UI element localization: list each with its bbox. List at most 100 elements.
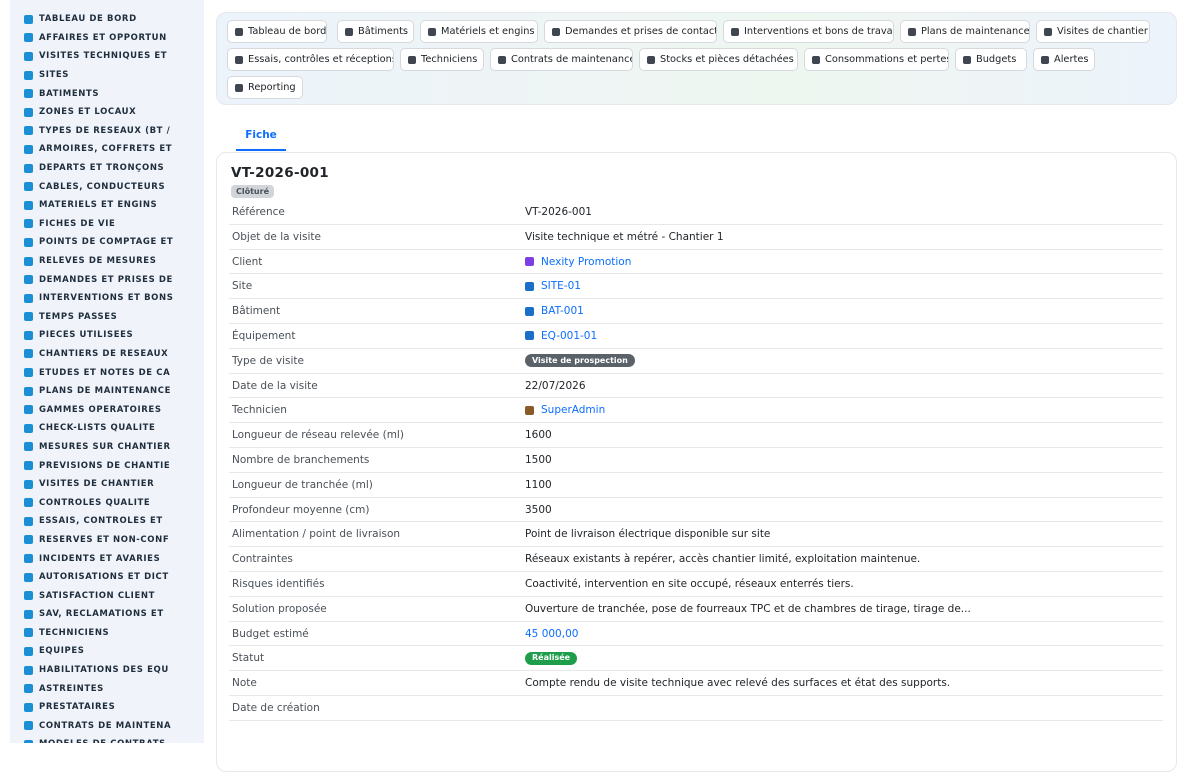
phone-icon <box>24 684 33 694</box>
sidebar-item[interactable]: RELEVÉS DE MESURES <box>10 252 204 271</box>
pie-chart-icon <box>235 83 243 92</box>
nav-button[interactable]: Demandes et prises de contact <box>544 20 717 43</box>
sidebar-item[interactable]: PRÉVISIONS DE CHANTIE <box>10 456 204 475</box>
sidebar-item[interactable]: ÉQUIPES <box>10 642 204 661</box>
nav-button[interactable]: Budgets <box>955 48 1027 71</box>
field-value[interactable]: 45 000,00 <box>525 622 578 646</box>
sidebar-item[interactable]: POINTS DE COMPTAGE ET <box>10 233 204 252</box>
sidebar-item[interactable]: FICHES DE VIE <box>10 215 204 234</box>
sidebar-item[interactable]: PRESTATAIRES <box>10 698 204 717</box>
sidebar-item[interactable]: AFFAIRES ET OPPORTUN <box>10 29 204 48</box>
question-icon <box>24 275 33 285</box>
nav-button[interactable]: Consommations et pertes <box>804 48 949 71</box>
sidebar-item[interactable]: TYPES DE RÉSEAUX (BT / <box>10 122 204 141</box>
sidebar-item[interactable]: VISITES TECHNIQUES ET <box>10 47 204 66</box>
nav-button[interactable]: Interventions et bons de travaux <box>723 20 894 43</box>
field-link[interactable]: Nexity Promotion <box>541 250 631 274</box>
sidebar-item-label: INCIDENTS ET AVARIES <box>39 553 161 564</box>
field-label: Objet de la visite <box>232 230 322 243</box>
field-row: Référence VT-2026-001 <box>229 200 1163 225</box>
sidebar-item[interactable]: CONTRÔLES QUALITÉ <box>10 493 204 512</box>
nav-button[interactable]: Bâtiments <box>337 20 414 43</box>
clock-icon <box>24 312 33 322</box>
field-value[interactable]: SuperAdmin <box>525 398 605 422</box>
nav-button[interactable]: Essais, contrôles et réceptions <box>227 48 394 71</box>
sidebar-item[interactable]: HABILITATIONS DES ÉQU <box>10 661 204 680</box>
sidebar-item-label: VISITES DE CHANTIER <box>39 479 155 490</box>
building-icon <box>24 89 33 99</box>
tab-fiche[interactable]: Fiche <box>236 120 286 151</box>
field-row: Type de visite Visite de prospection <box>229 349 1163 374</box>
sidebar-item[interactable]: DEMANDES ET PRISES DE <box>10 270 204 289</box>
field-value[interactable]: EQ-001-01 <box>525 324 597 348</box>
sidebar-item[interactable]: SATISFACTION CLIENT <box>10 586 204 605</box>
sidebar-item[interactable]: INTERVENTIONS ET BONS <box>10 289 204 308</box>
gears-icon <box>24 200 33 210</box>
field-label: Contraintes <box>232 553 293 566</box>
warning-icon <box>24 554 33 564</box>
field-value[interactable]: Nexity Promotion <box>525 250 631 274</box>
field-link[interactable]: SITE-01 <box>541 274 581 298</box>
sidebar-item[interactable]: MATÉRIELS ET ENGINS <box>10 196 204 215</box>
sidebar-item[interactable]: SITES <box>10 66 204 85</box>
nav-button[interactable]: Tableau de bord <box>227 20 327 43</box>
sidebar-item[interactable]: BÂTIMENTS <box>10 84 204 103</box>
network-icon <box>525 306 534 316</box>
field-link[interactable]: SuperAdmin <box>541 398 605 422</box>
sidebar-item[interactable]: TEMPS PASSÉS <box>10 308 204 327</box>
field-link[interactable]: EQ-001-01 <box>541 324 597 348</box>
sidebar-item[interactable]: TABLEAU DE BORD <box>10 10 204 29</box>
hardhat-icon <box>24 628 33 638</box>
sidebar-item[interactable]: GAMMES OPÉRATOIRES <box>10 400 204 419</box>
chart-icon <box>24 461 33 471</box>
sidebar-item[interactable]: CONTRATS DE MAINTENA <box>10 717 204 736</box>
bell-icon <box>1041 55 1049 64</box>
nav-button[interactable]: Stocks et pièces détachées <box>639 48 798 71</box>
clipboard-icon <box>731 27 739 36</box>
building-icon <box>525 257 534 267</box>
nav-button[interactable]: Matériels et engins <box>420 20 538 43</box>
field-label: Technicien <box>232 404 287 417</box>
nav-button[interactable]: Contrats de maintenance <box>490 48 633 71</box>
sidebar-item[interactable]: ZONES ET LOCAUX <box>10 103 204 122</box>
nav-button[interactable]: Reporting <box>227 76 303 99</box>
field-value[interactable]: BAT-001 <box>525 299 584 323</box>
file-contract-icon <box>24 721 33 731</box>
sidebar-item[interactable]: AUTORISATIONS ET DICT <box>10 568 204 587</box>
sidebar-item-label: ESSAIS, CONTRÔLES ET <box>39 516 163 527</box>
field-value[interactable]: SITE-01 <box>525 274 581 298</box>
sidebar-item[interactable]: TECHNICIENS <box>10 624 204 643</box>
sidebar-item[interactable]: ASTREINTES <box>10 679 204 698</box>
nav-button[interactable]: Techniciens <box>400 48 484 71</box>
sidebar-item[interactable]: VISITES DE CHANTIER <box>10 475 204 494</box>
sidebar-item[interactable]: RÉSERVES ET NON-CONF <box>10 531 204 550</box>
nav-button[interactable]: Visites de chantier <box>1036 20 1150 43</box>
sidebar-item[interactable]: ESSAIS, CONTRÔLES ET <box>10 512 204 531</box>
sidebar-item[interactable]: ÉTUDES ET NOTES DE CA <box>10 363 204 382</box>
field-value: Compte rendu de visite technique avec re… <box>525 677 951 690</box>
sidebar-item[interactable]: CHECK-LISTS QUALITÉ <box>10 419 204 438</box>
sidebar-item[interactable]: CHANTIERS DE RÉSEAUX <box>10 345 204 364</box>
field-label: Équipement <box>232 329 296 342</box>
nav-button[interactable]: Alertes <box>1033 48 1095 71</box>
sidebar-item[interactable]: INCIDENTS ET AVARIES <box>10 549 204 568</box>
sidebar-item-label: ÉTUDES ET NOTES DE CA <box>39 367 171 378</box>
sidebar-item[interactable]: PIÈCES UTILISÉES <box>10 326 204 345</box>
sidebar-item[interactable]: DÉPARTS ET TRONÇONS <box>10 159 204 178</box>
route-icon <box>24 479 33 489</box>
bolt-icon <box>812 55 820 64</box>
nav-button[interactable]: Plans de maintenance <box>900 20 1030 43</box>
field-row: Objet de la visite Visite technique et mé… <box>229 225 1163 250</box>
sidebar-item[interactable]: CÂBLES, CONDUCTEURS <box>10 177 204 196</box>
branch-icon <box>24 163 33 173</box>
field-link[interactable]: 45 000,00 <box>525 622 578 646</box>
field-row: Longueur de réseau relevée (ml) 1600 <box>229 423 1163 448</box>
field-label: Date de création <box>232 701 320 714</box>
sidebar-item[interactable]: SAV, RÉCLAMATIONS ET <box>10 605 204 624</box>
field-link[interactable]: BAT-001 <box>541 299 584 323</box>
sidebar-item[interactable]: ARMOIRES, COFFRETS ET <box>10 140 204 159</box>
field-value: Coactivité, intervention en site occupé,… <box>525 577 854 590</box>
sidebar-item[interactable]: PLANS DE MAINTENANCE <box>10 382 204 401</box>
sidebar-item[interactable]: MODÈLES DE CONTRATS <box>10 735 204 743</box>
sidebar-item[interactable]: MESURES SUR CHANTIER <box>10 438 204 457</box>
